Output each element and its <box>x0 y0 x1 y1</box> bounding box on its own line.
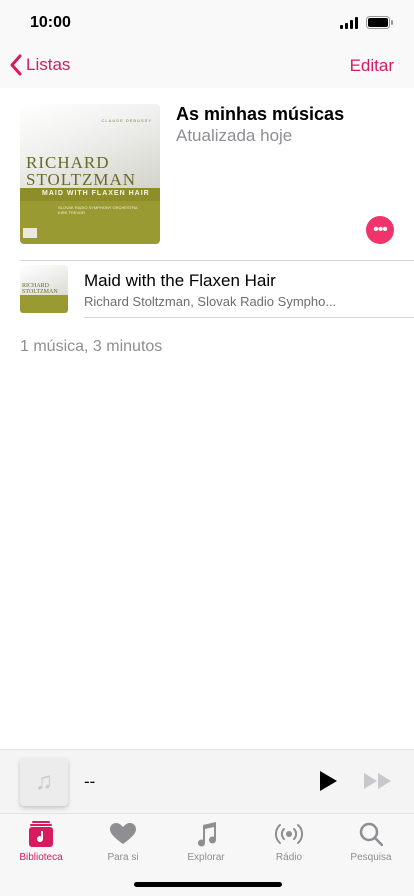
cover-composer: CLAUDE DEBUSSY <box>101 118 152 123</box>
play-icon[interactable] <box>318 770 338 792</box>
status-bar: 10:00 <box>0 0 414 48</box>
divider <box>20 260 414 261</box>
fast-forward-icon[interactable] <box>363 772 393 790</box>
tab-para-si[interactable]: Para si <box>82 820 164 863</box>
home-indicator <box>134 882 282 887</box>
tab-label: Para si <box>107 852 139 863</box>
track-artwork-text: RICHARD STOLTZMAN <box>22 283 58 295</box>
cover-orchestra-line2: KIRK TREVOR <box>58 210 86 215</box>
playlist-title: As minhas músicas <box>176 104 345 124</box>
radio-icon <box>274 824 304 844</box>
playlist-summary: 1 música, 3 minutos <box>20 338 163 355</box>
status-icons <box>340 16 394 29</box>
track-title: Maid with the Flaxen Hair <box>84 271 276 290</box>
signal-icon <box>340 16 358 29</box>
cover-artist-line1: RICHARD <box>26 153 110 172</box>
cover-artist: RICHARD STOLTZMAN <box>26 154 136 188</box>
track-row[interactable]: RICHARD STOLTZMAN Maid with the Flaxen H… <box>20 265 414 315</box>
edit-button[interactable]: Editar <box>350 56 394 76</box>
divider <box>84 317 414 318</box>
nav-bar: Listas Editar <box>0 48 414 88</box>
playlist-subtitle: Atualizada hoje <box>176 126 293 145</box>
music-note-icon: ♫ <box>35 768 53 795</box>
battery-icon <box>366 16 393 29</box>
tab-label: Biblioteca <box>19 852 63 863</box>
tab-biblioteca[interactable]: Biblioteca <box>0 820 82 863</box>
search-icon <box>359 822 383 846</box>
playlist-cover-art: CLAUDE DEBUSSY RICHARD STOLTZMAN MAID WI… <box>20 104 160 244</box>
tab-label: Explorar <box>187 852 225 863</box>
tab-label: Pesquisa <box>350 852 392 863</box>
more-options-button[interactable]: ••• <box>366 216 394 244</box>
tab-radio[interactable]: Rádio <box>248 820 330 863</box>
mini-player-artwork: ♫ <box>20 758 68 806</box>
mini-player[interactable]: ♫ -- <box>0 749 414 813</box>
mini-player-title: -- <box>84 772 96 791</box>
cover-artist-line2: STOLTZMAN <box>26 170 137 189</box>
cover-orchestra: SLOVAK RADIO SYMPHONY ORCHESTRA KIRK TRE… <box>58 205 138 215</box>
tab-explorar[interactable]: Explorar <box>165 820 247 863</box>
music-note-icon <box>198 822 216 847</box>
playlist-header: CLAUDE DEBUSSY RICHARD STOLTZMAN MAID WI… <box>20 104 394 244</box>
label-logo <box>23 228 37 238</box>
track-artwork-line2: STOLTZMAN <box>22 289 58 295</box>
back-label: Listas <box>26 55 71 74</box>
status-time: 10:00 <box>30 14 71 31</box>
library-icon <box>29 821 53 847</box>
heart-icon <box>110 823 136 844</box>
cover-work: MAID WITH FLAXEN HAIR <box>42 190 150 197</box>
track-artwork-bottom <box>20 295 68 313</box>
track-artwork: RICHARD STOLTZMAN <box>20 265 68 313</box>
back-button[interactable]: Listas <box>10 54 70 76</box>
track-artist: Richard Stoltzman, Slovak Radio Sympho..… <box>84 294 337 309</box>
tab-label: Rádio <box>275 852 303 863</box>
chevron-left-icon <box>10 54 22 76</box>
tab-pesquisa[interactable]: Pesquisa <box>330 820 412 863</box>
